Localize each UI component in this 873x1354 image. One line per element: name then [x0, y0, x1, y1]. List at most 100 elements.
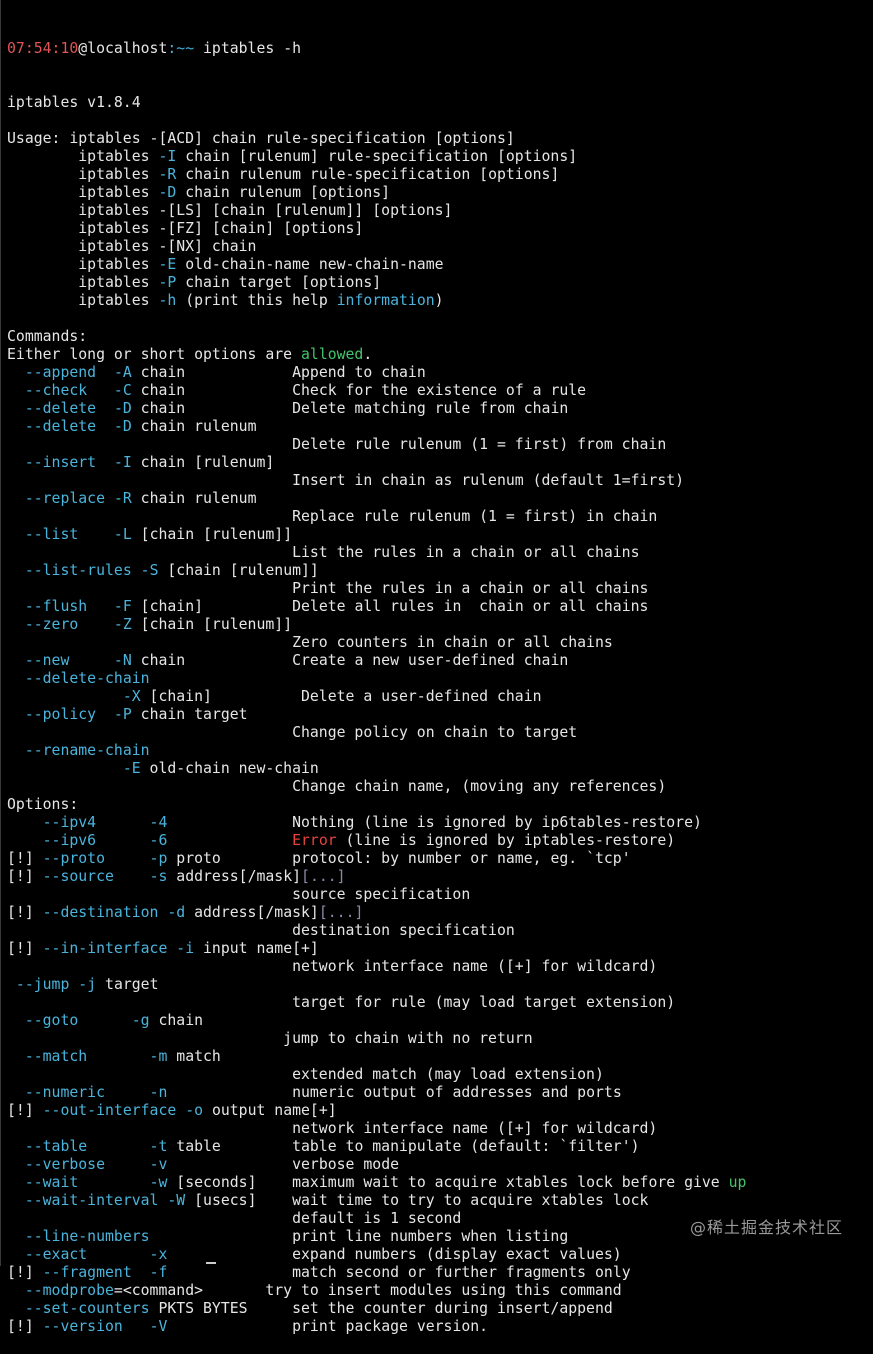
output-text: --modprobe — [24, 1282, 114, 1299]
output-text: -n — [149, 1084, 168, 1101]
output-text: network interface name ([+] for wildcard… — [7, 1120, 658, 1137]
output-text: -X — [122, 688, 141, 705]
output-text: =<command> try to insert modules using t… — [113, 1282, 622, 1299]
output-text: --fragment — [42, 1264, 132, 1281]
output-text: -t — [149, 1138, 168, 1155]
output-line: --check -C chain Check for the existence… — [7, 382, 873, 400]
output-line: [!] --proto -p proto protocol: by number… — [7, 850, 873, 868]
output-text: --numeric — [24, 1084, 106, 1101]
terminal-window[interactable]: 07:54:10@localhost:~~ iptables -h iptabl… — [0, 0, 873, 1335]
output-text: --rename-chain — [24, 742, 150, 759]
output-text: --new — [24, 652, 70, 669]
output-line: network interface name ([+] for wildcard… — [7, 958, 873, 976]
output-text: Print the rules in a chain or all chains — [7, 580, 649, 597]
output-text: proto protocol: by number or name, eg. `… — [167, 850, 631, 867]
output-text: network interface name ([+] for wildcard… — [7, 958, 658, 975]
output-text: -C — [113, 382, 132, 399]
output-text: [chain [rulenum]] — [158, 562, 319, 579]
prompt-path: :~~ — [167, 40, 195, 57]
output-text: -Z — [113, 616, 132, 633]
output-text: destination specification — [7, 922, 515, 939]
output-text: -I — [158, 148, 177, 165]
output-text: --version — [42, 1318, 123, 1335]
output-text: chain rulenum — [131, 490, 257, 507]
output-text: --zero — [24, 616, 79, 633]
prompt-time: 07:54:10 — [7, 40, 79, 57]
output-line: --wait -w [seconds] maximum wait to acqu… — [7, 1174, 873, 1192]
output-text: address[/mask] — [167, 868, 302, 885]
output-text: -s — [149, 868, 168, 885]
output-text: iptables — [7, 292, 159, 309]
output-text: PKTS BYTES set the counter during insert… — [149, 1300, 613, 1317]
output-text: chain Create a new user-defined chain — [131, 652, 569, 669]
output-text: output name[+] — [203, 1102, 337, 1119]
output-line: Print the rules in a chain or all chains — [7, 580, 873, 598]
output-text: --list — [24, 526, 79, 543]
output-line: -E old-chain new-chain — [7, 760, 873, 778]
output-text: [...] — [301, 868, 346, 885]
output-text: chain target — [131, 706, 248, 723]
output-text: --table — [24, 1138, 88, 1155]
output-text: [!] — [7, 868, 43, 885]
output-text: chain rulenum — [131, 418, 257, 435]
output-text: [usecs] wait time to try to acquire xtab… — [185, 1192, 649, 1209]
output-line: [!] --source -s address[/mask][...] — [7, 868, 873, 886]
output-text: --delete — [24, 400, 97, 417]
output-line: --verbose -v verbose mode — [7, 1156, 873, 1174]
output-text: -h — [158, 292, 177, 309]
output-text: ) — [434, 292, 444, 309]
output-line: iptables -[NX] chain — [7, 238, 873, 256]
output-line: --replace -R chain rulenum — [7, 490, 873, 508]
output-text: Change policy on chain to target — [7, 724, 578, 741]
output-text: -E — [158, 256, 177, 273]
output-line: target for rule (may load target extensi… — [7, 994, 873, 1012]
output-text: Error — [292, 832, 337, 849]
output-text: -R — [113, 490, 132, 507]
output-text: -o — [185, 1102, 204, 1119]
output-text: [!] — [7, 850, 43, 867]
prompt-host: @localhost — [78, 40, 168, 57]
output-text: --ipv4 — [42, 814, 97, 831]
output-text: --policy — [24, 706, 97, 723]
output-text: --in-interface — [42, 940, 168, 957]
output-text: chain Check for the existence of a rule — [131, 382, 587, 399]
output-text: --source — [42, 868, 114, 885]
output-text: [seconds] maximum wait to acquire xtable… — [167, 1174, 729, 1191]
output-text: chain rulenum [options] — [176, 184, 391, 201]
output-line: --table -t table table to manipulate (de… — [7, 1138, 873, 1156]
output-text: -p — [149, 850, 168, 867]
output-text: [!] — [7, 1264, 43, 1281]
output-line: --insert -I chain [rulenum] — [7, 454, 873, 472]
output-line: [!] --fragment -f match second or furthe… — [7, 1264, 873, 1282]
output-text: Usage: iptables -[ACD] chain rule-specif… — [7, 130, 515, 147]
output-line: iptables -I chain [rulenum] rule-specifi… — [7, 148, 873, 166]
output-text: target — [96, 976, 159, 993]
output-text: Change chain name, (moving any reference… — [7, 778, 667, 795]
output-line: Either long or short options are allowed… — [7, 346, 873, 364]
output-line: iptables -h (print this help information… — [7, 292, 873, 310]
output-text: [chain [rulenum]] — [131, 616, 293, 633]
